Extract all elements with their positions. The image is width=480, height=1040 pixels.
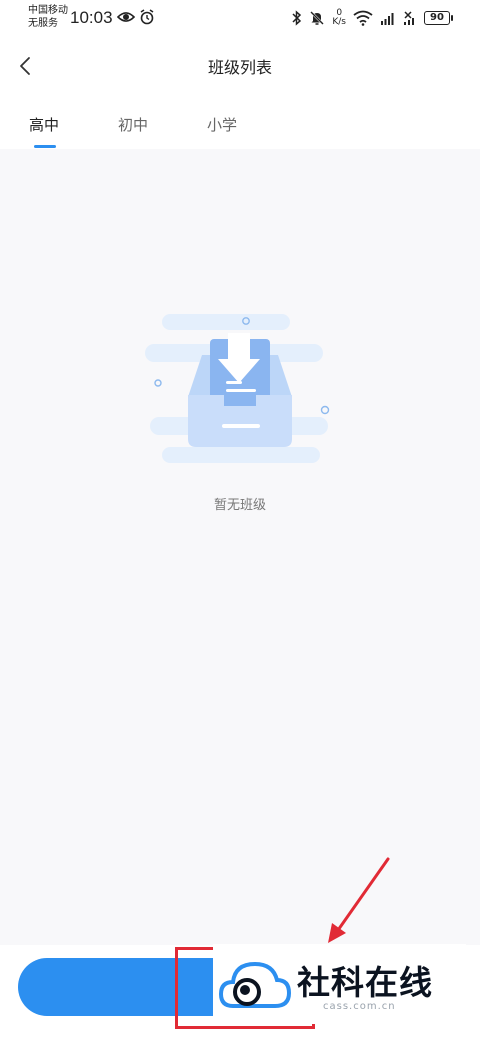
carrier-status: 无服务 [28,18,58,29]
watermark-url: cass.com.cn [323,1001,396,1012]
bluetooth-icon [292,10,302,26]
mute-icon [310,11,325,25]
tab-primary-school[interactable]: 小学 [207,114,237,135]
tab-high-school[interactable]: 高中 [29,114,59,135]
tab-bar: 高中 初中 小学 [0,96,480,148]
watermark-title: 社科在线 [297,963,433,1002]
status-icons: 0 K/s 90 [292,7,453,29]
eye-icon [117,12,135,22]
carrier-info: 中国移动 无服务 [28,4,68,30]
watermark: 社科在线 cass.com.cn [213,944,466,1024]
tab-indicator [34,145,56,148]
empty-state-text: 暂无班级 [213,498,266,513]
app-header: 班级列表 [0,36,480,96]
battery-icon: 90 [424,11,453,25]
empty-tray-icon [145,314,330,463]
signal-off-icon [404,11,414,25]
cloud-eye-logo-icon [219,961,291,1008]
tab-middle-school[interactable]: 初中 [118,114,148,135]
carrier-name: 中国移动 [28,5,68,16]
network-speed: 0 K/s [332,9,346,27]
status-bar: 中国移动 无服务 10:03 0 K/s 90 [0,0,480,36]
speed-unit: K/s [332,17,346,27]
alarm-icon [140,9,154,25]
clock: 10:03 [70,8,113,27]
class-list-content: 暂无班级 [0,149,480,945]
page-title: 班级列表 [207,58,272,77]
annotation-arrow-icon [328,857,390,943]
signal-icon [381,13,394,25]
wifi-icon [353,10,373,26]
